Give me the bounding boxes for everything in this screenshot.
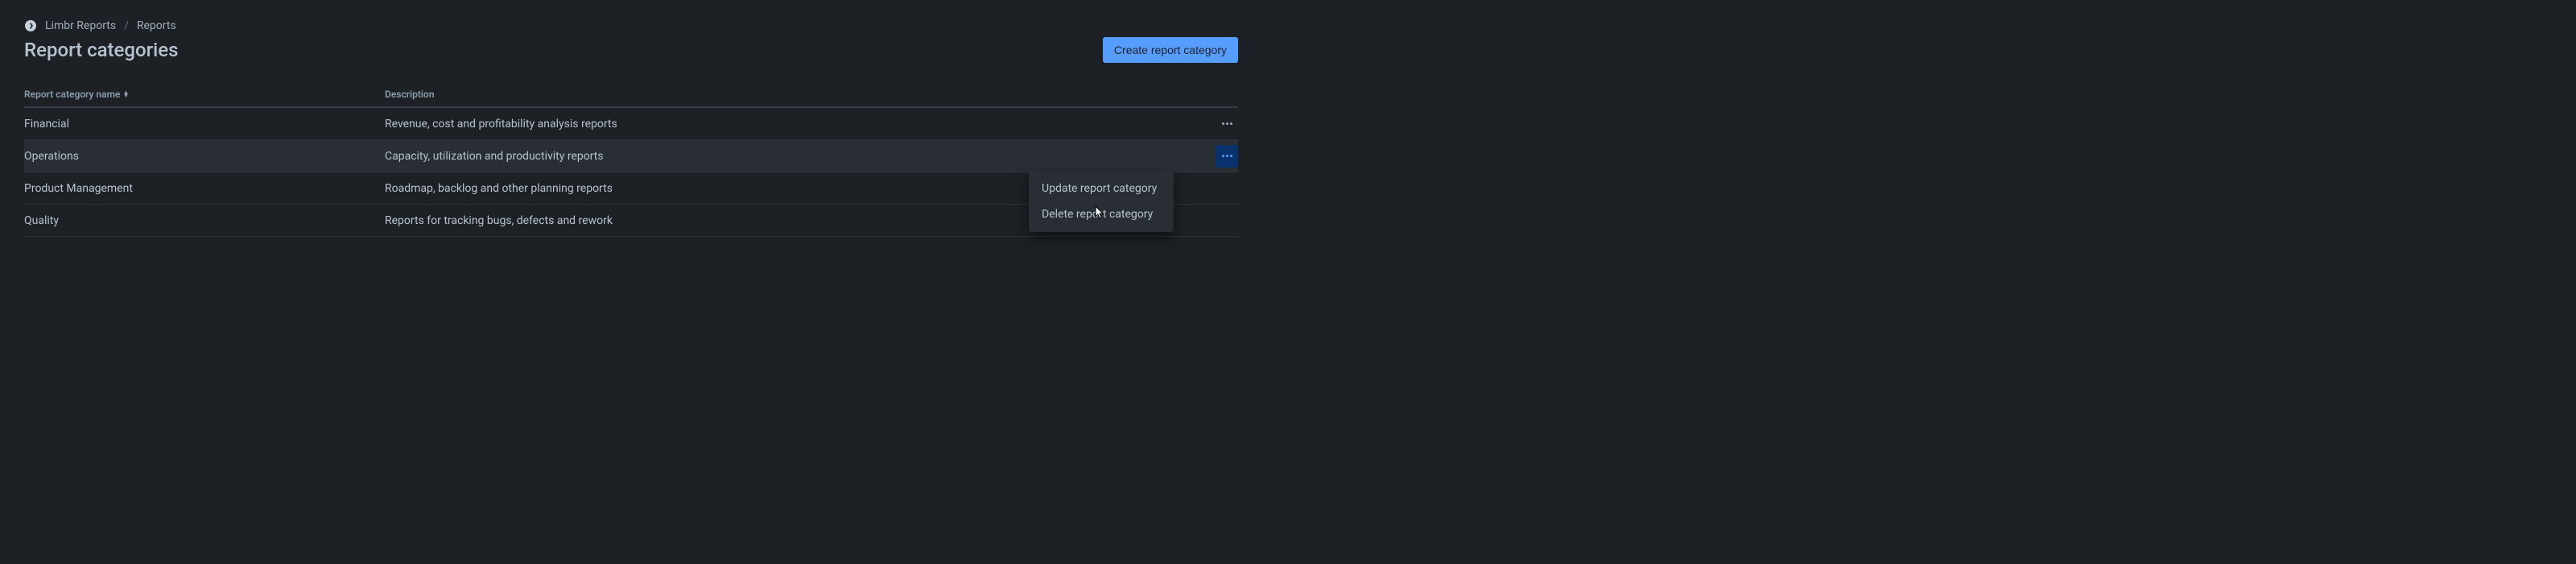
table-header: Report category name ▲ ▼ Description bbox=[24, 89, 1238, 108]
page-header: Report categories Create report category bbox=[24, 37, 1238, 63]
table-row[interactable]: Financial Revenue, cost and profitabilit… bbox=[24, 108, 1238, 140]
sort-icon: ▲ ▼ bbox=[122, 91, 129, 97]
category-name: Quality bbox=[24, 214, 385, 227]
column-header-description[interactable]: Description bbox=[385, 89, 1238, 100]
category-description: Revenue, cost and profitability analysis… bbox=[385, 118, 1206, 131]
column-header-name[interactable]: Report category name ▲ ▼ bbox=[24, 89, 385, 100]
breadcrumb: Limbr Reports / Reports bbox=[24, 19, 1238, 32]
category-name: Product Management bbox=[24, 182, 385, 195]
breadcrumb-separator: / bbox=[124, 19, 129, 32]
category-name: Financial bbox=[24, 118, 385, 131]
app-logo-icon bbox=[24, 19, 37, 32]
column-header-name-label: Report category name bbox=[24, 89, 120, 100]
row-more-button[interactable] bbox=[1216, 145, 1238, 168]
page-title: Report categories bbox=[24, 39, 178, 61]
more-icon bbox=[1222, 155, 1232, 157]
breadcrumb-root-link[interactable]: Limbr Reports bbox=[45, 19, 116, 32]
breadcrumb-current-link[interactable]: Reports bbox=[137, 19, 176, 32]
more-icon bbox=[1222, 122, 1232, 125]
row-actions-menu: Update report category Delete report cat… bbox=[1029, 171, 1174, 232]
update-report-category-item[interactable]: Update report category bbox=[1029, 176, 1174, 201]
table-row[interactable]: Operations Capacity, utilization and pro… bbox=[24, 140, 1238, 172]
create-report-category-button[interactable]: Create report category bbox=[1103, 37, 1238, 63]
category-description: Capacity, utilization and productivity r… bbox=[385, 150, 1206, 163]
category-name: Operations bbox=[24, 150, 385, 163]
row-more-button[interactable] bbox=[1216, 113, 1238, 135]
delete-report-category-item[interactable]: Delete report category bbox=[1029, 201, 1174, 227]
